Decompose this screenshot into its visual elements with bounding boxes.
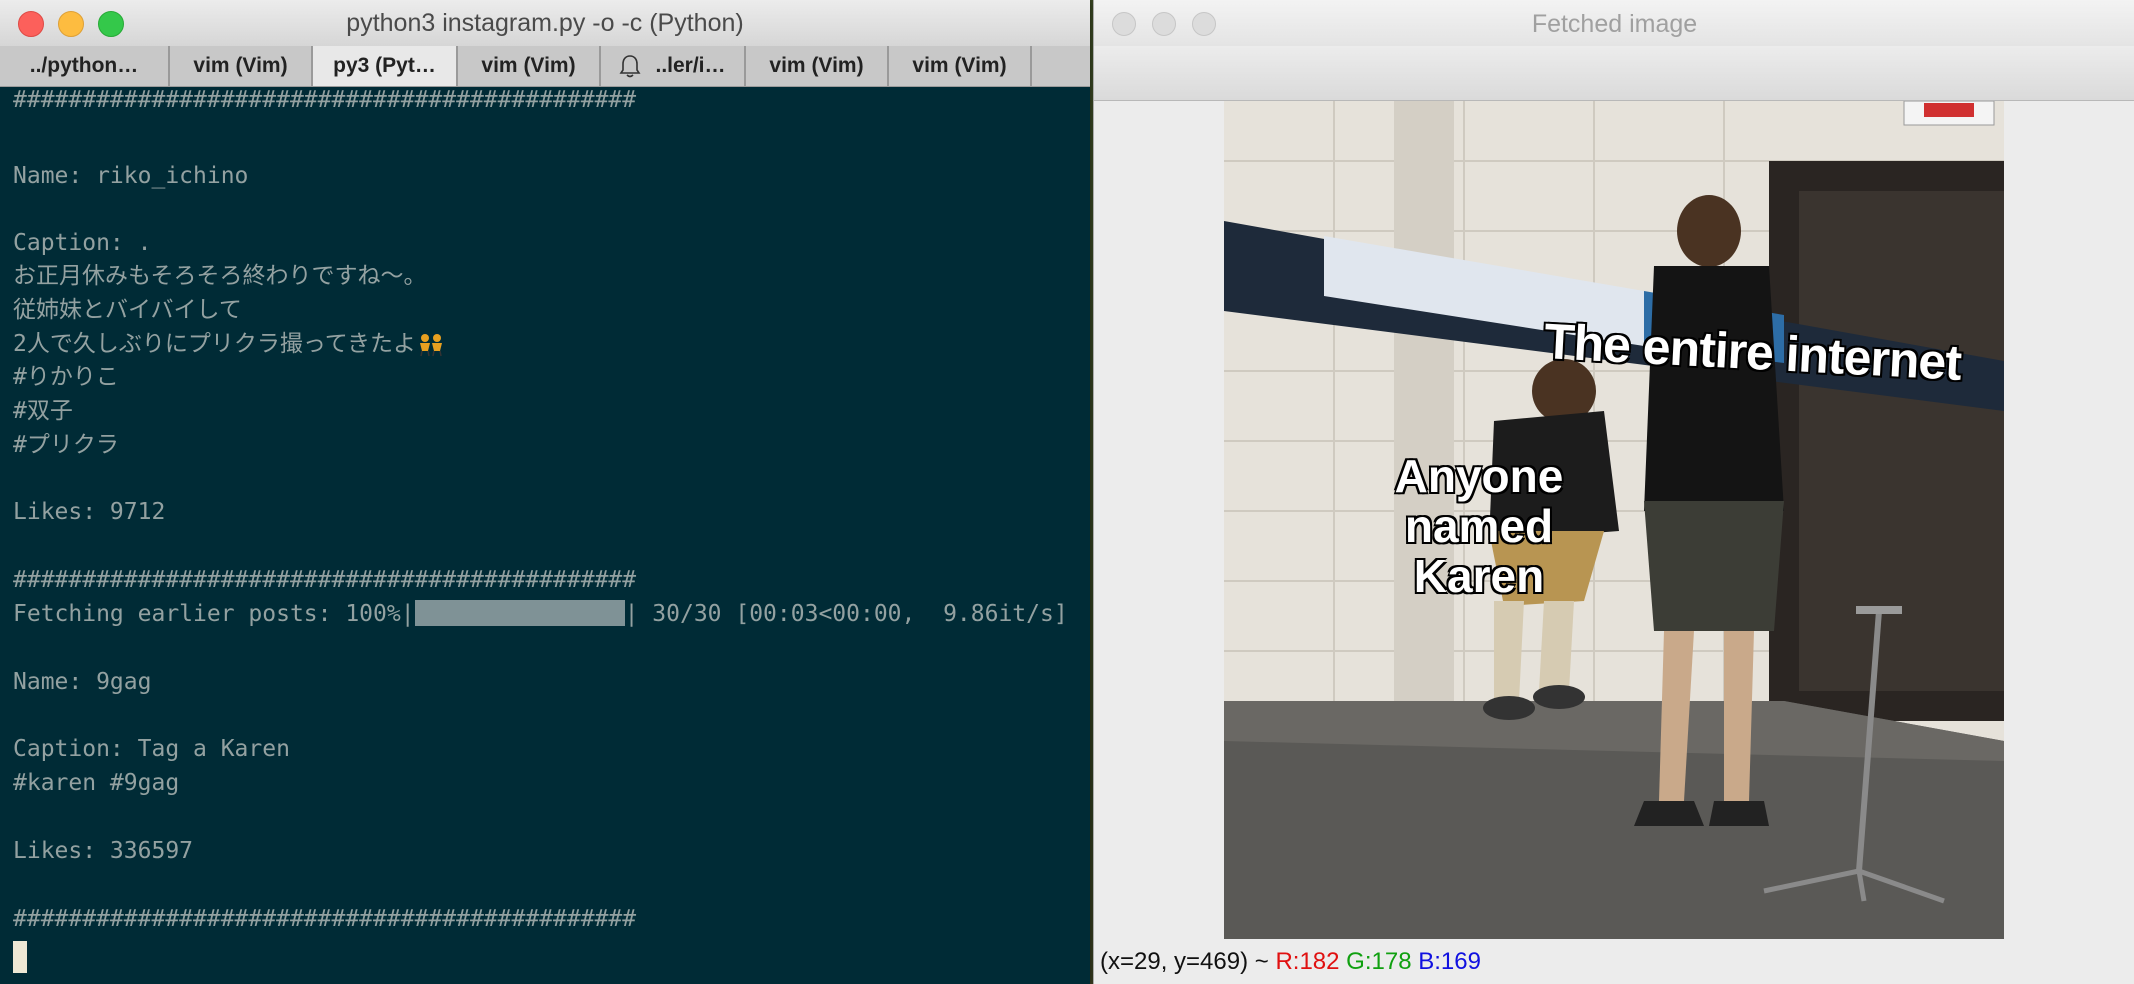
pixel-status-readout: (x=29, y=469) ~ R:182 G:178 B:169 [1100, 948, 1481, 975]
progress-line: Fetching earlier posts: 100%| | 30/30 [00… [13, 599, 1068, 627]
image-titlebar[interactable]: Fetched image [1094, 0, 2134, 46]
tab-label: vim (Vim) [481, 54, 576, 77]
post-name: Name: riko_ichino [13, 163, 249, 189]
post-name: Name: 9gag [13, 669, 152, 695]
tab-label: ../python… [29, 54, 139, 77]
image-window: Fetched image The entire internet Anyone… [1093, 0, 2134, 984]
tab-label: vim (Vim) [193, 54, 288, 77]
tab-label: py3 (Pyt… [333, 54, 436, 77]
post-caption: Caption: Tag a Karen [13, 736, 290, 762]
tab-vim-3[interactable]: vim (Vim) [746, 46, 889, 86]
dancers-emoji-icon [420, 333, 443, 356]
fetched-meme-image[interactable] [1224, 101, 2004, 939]
terminal-window: python3 instagram.py -o -c (Python) ../p… [0, 0, 1090, 984]
post-likes: Likes: 9712 [13, 499, 166, 525]
bell-icon [619, 55, 641, 78]
tab-python-dir[interactable]: ../python… [0, 46, 170, 86]
tab-vim-2[interactable]: vim (Vim) [458, 46, 601, 86]
tab-label: ..ler/i… [655, 54, 726, 77]
terminal-title: python3 instagram.py -o -c (Python) [346, 9, 744, 37]
separator-line: ########################################… [13, 567, 637, 593]
tab-ler[interactable]: ..ler/i… [601, 46, 746, 86]
caption-line: お正月休みもそろそろ終わりですね～。 [13, 263, 427, 289]
tab-label: vim (Vim) [912, 54, 1007, 77]
separator-line: ########################################… [13, 906, 637, 932]
tab-vim-1[interactable]: vim (Vim) [170, 46, 313, 86]
caption-line: #プリクラ [13, 432, 119, 458]
caption-line: #双子 [13, 398, 73, 424]
image-toolbar [1094, 46, 2134, 101]
tab-label: vim (Vim) [769, 54, 864, 77]
post-caption: Caption: . [13, 230, 152, 256]
tab-py3[interactable]: py3 (Pyt… [313, 46, 458, 86]
caption-line: 従姉妹とバイバイして [13, 297, 242, 323]
separator-line: ########################################… [13, 87, 637, 113]
caption-line: 2人で久しぶりにプリクラ撮ってきたよ [13, 327, 446, 361]
terminal-titlebar[interactable]: python3 instagram.py -o -c (Python) [0, 0, 1090, 47]
image-window-title: Fetched image [1531, 10, 1698, 38]
terminal-output[interactable]: ########################################… [0, 87, 1090, 984]
post-likes: Likes: 336597 [13, 838, 194, 864]
caption-line: #りかりこ [13, 364, 119, 390]
tab-vim-4[interactable]: vim (Vim) [889, 46, 1032, 86]
terminal-cursor [13, 941, 27, 973]
image-viewport[interactable]: The entire internet Anyone named Karen [1094, 101, 2134, 940]
progress-bar-fill [414, 599, 625, 626]
caption-line: #karen #9gag [13, 770, 180, 796]
terminal-tab-bar: ../python… vim (Vim) py3 (Pyt… vim (Vim)… [0, 46, 1090, 87]
